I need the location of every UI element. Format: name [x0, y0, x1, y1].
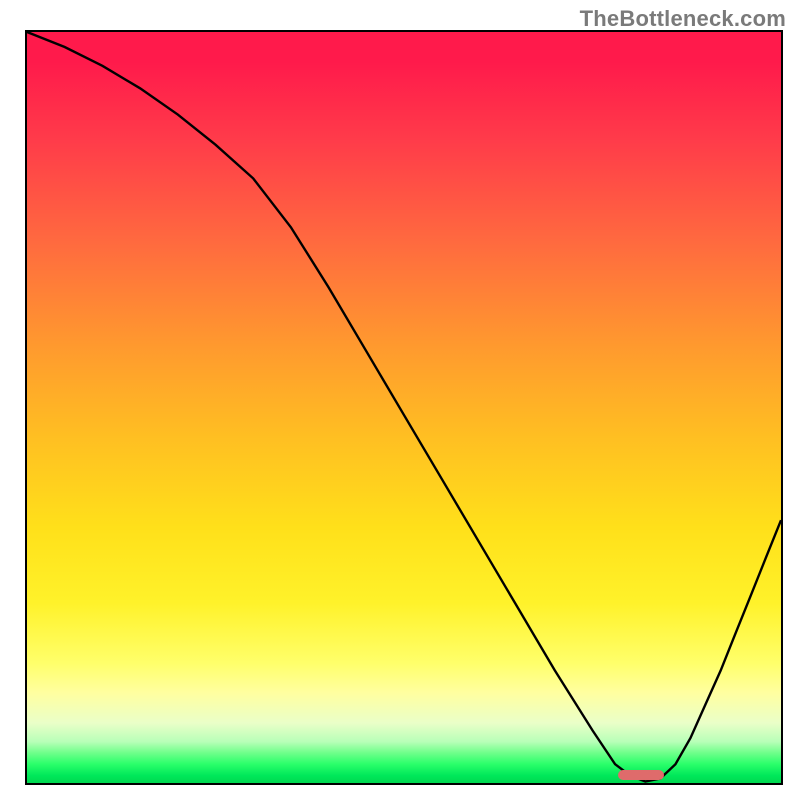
plot-area [25, 30, 783, 785]
bottleneck-curve [27, 32, 781, 783]
chart-container: TheBottleneck.com [0, 0, 800, 800]
brand-watermark: TheBottleneck.com [580, 6, 786, 32]
optimal-region-marker [618, 770, 663, 780]
